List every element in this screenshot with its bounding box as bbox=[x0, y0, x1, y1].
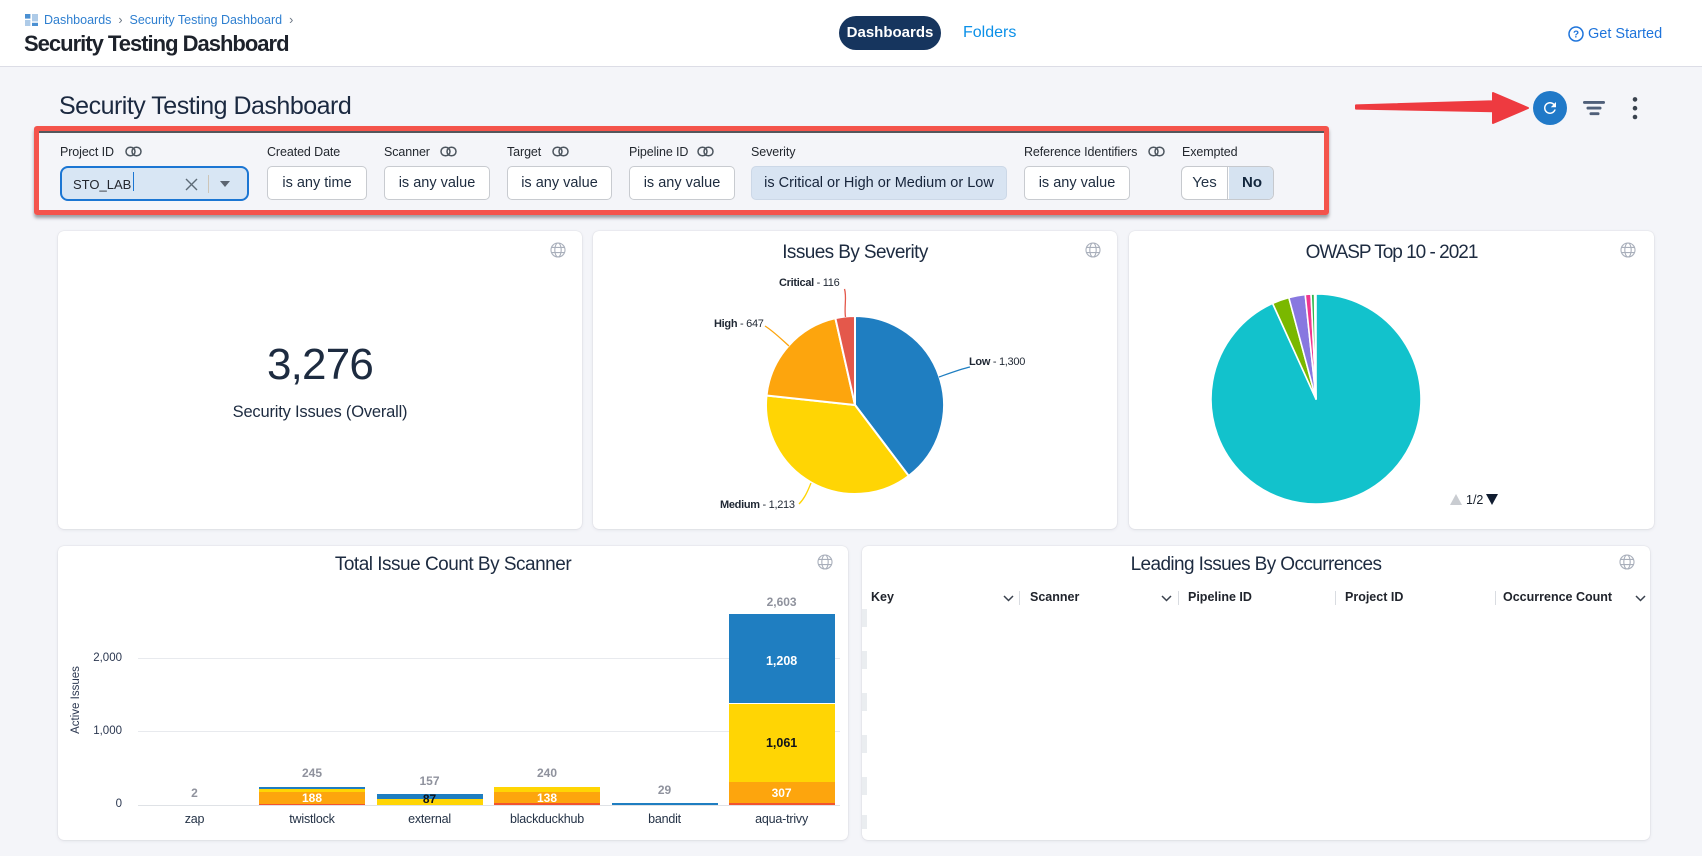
svg-text:?: ? bbox=[1573, 29, 1579, 40]
